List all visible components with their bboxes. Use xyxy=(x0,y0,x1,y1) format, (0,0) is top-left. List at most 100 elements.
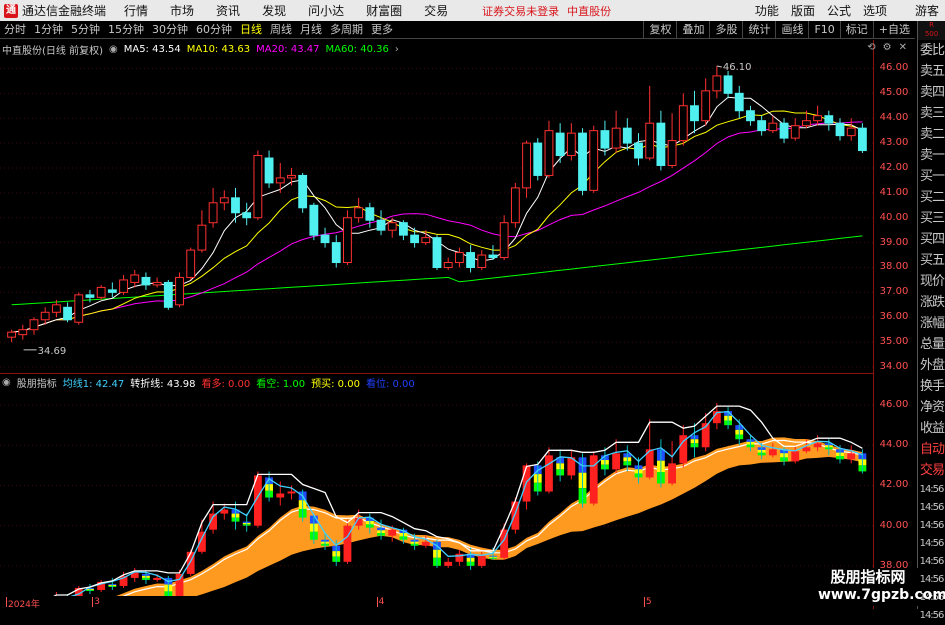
menu-discover[interactable]: 发现 xyxy=(262,2,286,19)
legend-toggle-icon[interactable]: ◉ xyxy=(109,44,118,55)
menu-options[interactable]: 选项 xyxy=(863,2,887,19)
quote-label[interactable]: 涨跌 xyxy=(918,292,945,313)
candle-body xyxy=(746,110,755,122)
indicator-tick-label: 42.00 xyxy=(879,479,909,491)
menu-trade[interactable]: 交易 xyxy=(424,2,448,19)
tab-intraday[interactable]: 分时 xyxy=(0,21,30,39)
legend-ma10: MA10: 43.63 xyxy=(186,43,251,55)
menu-news[interactable]: 资讯 xyxy=(216,2,240,19)
tab-60min[interactable]: 60分钟 xyxy=(192,21,236,39)
auto-trade-label[interactable]: 交易 xyxy=(918,460,945,481)
menu-market[interactable]: 市场 xyxy=(170,2,194,19)
tool-mark-button[interactable]: 标记 xyxy=(839,21,873,39)
tab-1min[interactable]: 1分钟 xyxy=(30,21,67,39)
quote-label[interactable]: 卖五 xyxy=(918,61,945,82)
menu-hq[interactable]: 行情 xyxy=(124,2,148,19)
legend-ma20: MA20: 43.47 xyxy=(256,43,320,55)
quote-label[interactable]: 买一 xyxy=(918,166,945,187)
tool-stats-button[interactable]: 统计 xyxy=(742,21,775,39)
date-tick-label: 3 xyxy=(94,597,100,607)
tool-add-watchlist-button[interactable]: +自选 xyxy=(872,21,915,39)
candle-body xyxy=(410,234,420,244)
auto-trade-label[interactable]: 自动 xyxy=(918,439,945,460)
tab-30min[interactable]: 30分钟 xyxy=(148,21,192,39)
quote-label[interactable]: 卖二 xyxy=(918,124,945,145)
tab-15min[interactable]: 15分钟 xyxy=(104,21,148,39)
price-tick-label: 46.00 xyxy=(879,62,909,74)
price-tick-label: 35.00 xyxy=(879,336,909,348)
candle-body xyxy=(690,105,699,122)
candle-body xyxy=(18,329,28,336)
menu-formula[interactable]: 公式 xyxy=(827,2,851,19)
candle-body xyxy=(757,120,767,132)
candle-body xyxy=(499,222,509,259)
date-tick-mark xyxy=(643,597,645,607)
app-title: 通达信金融终端 xyxy=(22,4,107,18)
candle-body xyxy=(208,202,218,224)
indicator-chart[interactable] xyxy=(0,389,873,596)
tool-multi-stock-button[interactable]: 多股 xyxy=(709,21,742,39)
quote-label[interactable]: 收益 xyxy=(918,418,945,439)
quote-label[interactable]: 总量 xyxy=(918,334,945,355)
candle-body xyxy=(130,274,140,283)
guest-button[interactable]: 游客 xyxy=(915,2,939,19)
quote-label[interactable]: 净资 xyxy=(918,397,945,418)
candle-body xyxy=(309,204,319,236)
quote-label[interactable]: 委比 xyxy=(918,40,945,61)
low-price-label: 34.69 xyxy=(38,346,67,357)
quote-label[interactable]: 涨幅 xyxy=(918,313,945,334)
stock-name: 中直股份 xyxy=(567,4,612,18)
tool-overlay-button[interactable]: 叠加 xyxy=(676,21,709,39)
quote-label[interactable]: 卖四 xyxy=(918,82,945,103)
menu-wealth[interactable]: 财富圈 xyxy=(366,2,402,19)
legend-expand-icon[interactable]: › xyxy=(395,44,399,55)
period-tab-bar: 分时 1分钟 5分钟 15分钟 30分钟 60分钟 日线 周线 月线 多周期 更… xyxy=(0,21,915,39)
candle-body xyxy=(835,122,845,137)
candle-body xyxy=(152,281,162,286)
login-warning[interactable]: 证券交易未登录 xyxy=(482,3,559,19)
quote-label[interactable]: 买四 xyxy=(918,229,945,250)
indicator-name[interactable]: 股朋指标 xyxy=(17,375,57,390)
quote-label[interactable]: 现价 xyxy=(918,271,945,292)
candle-body xyxy=(634,142,643,159)
quote-label[interactable]: 卖三 xyxy=(918,103,945,124)
date-tick-mark xyxy=(376,597,378,607)
price-tick-label: 41.00 xyxy=(879,186,909,198)
tab-5min[interactable]: 5分钟 xyxy=(67,21,104,39)
tool-adjust-button[interactable]: 复权 xyxy=(643,21,676,39)
tab-monthly[interactable]: 月线 xyxy=(296,21,326,39)
tool-draw-button[interactable]: 画线 xyxy=(775,21,808,39)
menu-function[interactable]: 功能 xyxy=(755,2,779,19)
candle-body xyxy=(544,130,554,176)
quote-label[interactable]: 外盘 xyxy=(918,355,945,376)
candlestick-chart[interactable]: 46.10 34.69 xyxy=(0,56,873,372)
menu-layout[interactable]: 版面 xyxy=(791,2,815,19)
candle-body xyxy=(85,294,95,298)
price-tick-label: 37.00 xyxy=(879,286,909,298)
candle-body xyxy=(667,140,677,166)
tab-more[interactable]: 更多 xyxy=(367,21,397,39)
price-tick-label: 40.00 xyxy=(879,211,909,223)
quote-label[interactable]: 卖一 xyxy=(918,145,945,166)
price-tick-label: 36.00 xyxy=(879,311,909,323)
indicator-toggle-icon[interactable]: ◉ xyxy=(2,377,11,388)
menu-ask[interactable]: 问小达 xyxy=(308,2,344,19)
quote-label[interactable]: 买三 xyxy=(918,208,945,229)
tab-weekly[interactable]: 周线 xyxy=(266,21,296,39)
close-icon[interactable]: ✕ xyxy=(899,42,907,53)
candle-body xyxy=(857,127,867,152)
tab-daily[interactable]: 日线 xyxy=(236,21,266,39)
quote-label[interactable]: 买二 xyxy=(918,187,945,208)
legend-turning-line: 转折线: 43.98 xyxy=(130,378,196,390)
candle-body xyxy=(163,281,173,308)
quote-label[interactable]: 换手 xyxy=(918,376,945,397)
tool-f10-button[interactable]: F10 xyxy=(808,21,839,39)
price-tick-label: 45.00 xyxy=(879,87,909,99)
settings-icon[interactable]: ⚙ xyxy=(883,42,892,53)
avg1-line xyxy=(70,410,863,596)
trade-time: 14:56 xyxy=(919,520,945,531)
indicator-legend: ◉ 股朋指标 均线1: 42.47 转折线: 43.98 看多: 0.00 看空… xyxy=(2,375,421,390)
refresh-icon[interactable]: ⟲ xyxy=(867,42,875,53)
quote-label[interactable]: 买五 xyxy=(918,250,945,271)
tab-multi-period[interactable]: 多周期 xyxy=(326,21,367,39)
